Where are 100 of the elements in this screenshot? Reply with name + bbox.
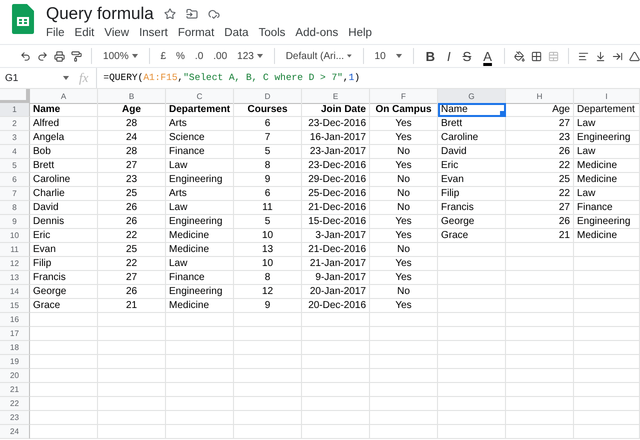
row-header[interactable]: 24 <box>0 425 30 439</box>
number-format-dropdown[interactable]: 123 <box>235 47 265 65</box>
row-header[interactable]: 4 <box>0 145 30 159</box>
row-header[interactable]: 22 <box>0 397 30 411</box>
formula-field[interactable]: =QUERY(A1:F15,"Select A, B, C where D > 7",1) <box>96 68 360 88</box>
row-header[interactable]: 3 <box>0 131 30 145</box>
column-header[interactable]: D <box>234 89 302 104</box>
cell-reference[interactable]: G1 <box>0 72 63 84</box>
menu-item[interactable]: Help <box>348 27 372 39</box>
merge-cells-icon[interactable] <box>548 50 559 62</box>
empty-cell <box>234 327 302 341</box>
text-style-button[interactable]: S <box>460 47 474 65</box>
folder-icon[interactable] <box>186 8 198 20</box>
menu-item[interactable]: Data <box>224 27 249 39</box>
text-style-button[interactable]: B <box>422 47 438 65</box>
paint-format-icon[interactable] <box>71 50 82 62</box>
column-header[interactable]: F <box>370 89 438 104</box>
row-header[interactable]: 17 <box>0 327 30 341</box>
table-cell: Bob <box>30 145 98 159</box>
table-cell: Yes <box>370 299 438 313</box>
menu-item[interactable]: Add-ons <box>295 27 338 39</box>
column-header[interactable]: E <box>302 89 370 104</box>
empty-cell <box>98 369 166 383</box>
increase-decimals-button[interactable]: .00 <box>211 47 230 65</box>
table-cell: 8 <box>234 271 302 285</box>
row-header[interactable]: 1 <box>0 103 30 117</box>
empty-cell <box>506 369 574 383</box>
empty-cell <box>370 397 438 411</box>
column-header[interactable]: G <box>438 89 506 104</box>
row-header[interactable]: 12 <box>0 257 30 271</box>
zoom-dropdown[interactable]: 100% <box>101 47 140 65</box>
row-header[interactable]: 11 <box>0 243 30 257</box>
print-icon[interactable] <box>54 50 66 62</box>
table-cell: Engineering <box>166 173 234 187</box>
table-cell: Angela <box>30 131 98 145</box>
row-header[interactable]: 13 <box>0 271 30 285</box>
row-header[interactable]: 10 <box>0 229 30 243</box>
row-header[interactable]: 18 <box>0 341 30 355</box>
row-header[interactable]: 5 <box>0 159 30 173</box>
table-cell: Brett <box>438 117 506 131</box>
font-dropdown[interactable]: Default (Ari... <box>284 47 354 65</box>
triangle-icon[interactable] <box>628 50 640 62</box>
table-cell: Engineering <box>166 285 234 299</box>
table-cell: Law <box>574 117 640 131</box>
empty-cell <box>506 271 574 285</box>
row-header[interactable]: 7 <box>0 187 30 201</box>
row-header[interactable]: 9 <box>0 215 30 229</box>
star-icon[interactable] <box>164 8 176 20</box>
empty-cell <box>574 285 640 299</box>
fill-handle[interactable] <box>500 111 505 116</box>
table-cell: Medicine <box>574 229 640 243</box>
borders-icon[interactable] <box>530 50 542 62</box>
paint-bucket-icon[interactable] <box>514 50 525 62</box>
redo-icon[interactable] <box>37 50 48 62</box>
column-header[interactable]: B <box>98 89 166 104</box>
empty-cell <box>574 243 640 257</box>
menu-item[interactable]: Insert <box>139 27 168 39</box>
percent-button[interactable]: % <box>174 47 187 65</box>
table-cell: David <box>438 145 506 159</box>
column-header[interactable]: H <box>506 89 574 104</box>
menu-item[interactable]: Tools <box>258 27 286 39</box>
empty-cell <box>438 341 506 355</box>
align-bottom-icon[interactable] <box>594 50 606 62</box>
table-cell: 13 <box>234 243 302 257</box>
row-header[interactable]: 16 <box>0 313 30 327</box>
row-header[interactable]: 8 <box>0 201 30 215</box>
menu-item[interactable]: Edit <box>74 27 94 39</box>
document-title[interactable]: Query formula <box>46 4 154 24</box>
column-header[interactable]: C <box>166 89 234 104</box>
table-cell: 7 <box>234 131 302 145</box>
empty-cell <box>574 369 640 383</box>
menu-item[interactable]: View <box>104 27 130 39</box>
row-header[interactable]: 21 <box>0 383 30 397</box>
cloud-icon[interactable] <box>208 8 220 20</box>
empty-cell <box>574 341 640 355</box>
table-cell: Arts <box>166 117 234 131</box>
row-header[interactable]: 14 <box>0 285 30 299</box>
decrease-decimals-button[interactable]: .0 <box>192 47 206 65</box>
function-label: fx <box>79 70 88 86</box>
font-size-dropdown[interactable]: 10 <box>372 47 404 65</box>
column-header[interactable]: A <box>30 89 98 104</box>
text-style-button[interactable]: I <box>444 47 454 65</box>
table-cell: 22 <box>98 257 166 271</box>
table-cell: 23-Jan-2017 <box>302 145 370 159</box>
empty-cell <box>438 271 506 285</box>
currency-button[interactable]: £ <box>158 47 168 65</box>
row-header[interactable]: 19 <box>0 355 30 369</box>
menu-item[interactable]: File <box>46 27 65 39</box>
text-style-button[interactable]: A <box>480 47 495 65</box>
menu-item[interactable]: Format <box>178 27 214 39</box>
row-header[interactable]: 15 <box>0 299 30 313</box>
table-cell: Departement <box>574 103 640 117</box>
row-header[interactable]: 23 <box>0 411 30 425</box>
empty-cell <box>302 383 370 397</box>
table-cell: 5 <box>234 145 302 159</box>
row-header[interactable]: 2 <box>0 117 30 131</box>
row-header[interactable]: 20 <box>0 369 30 383</box>
undo-icon[interactable] <box>20 50 32 62</box>
column-header[interactable]: I <box>574 89 640 104</box>
row-header[interactable]: 6 <box>0 173 30 187</box>
